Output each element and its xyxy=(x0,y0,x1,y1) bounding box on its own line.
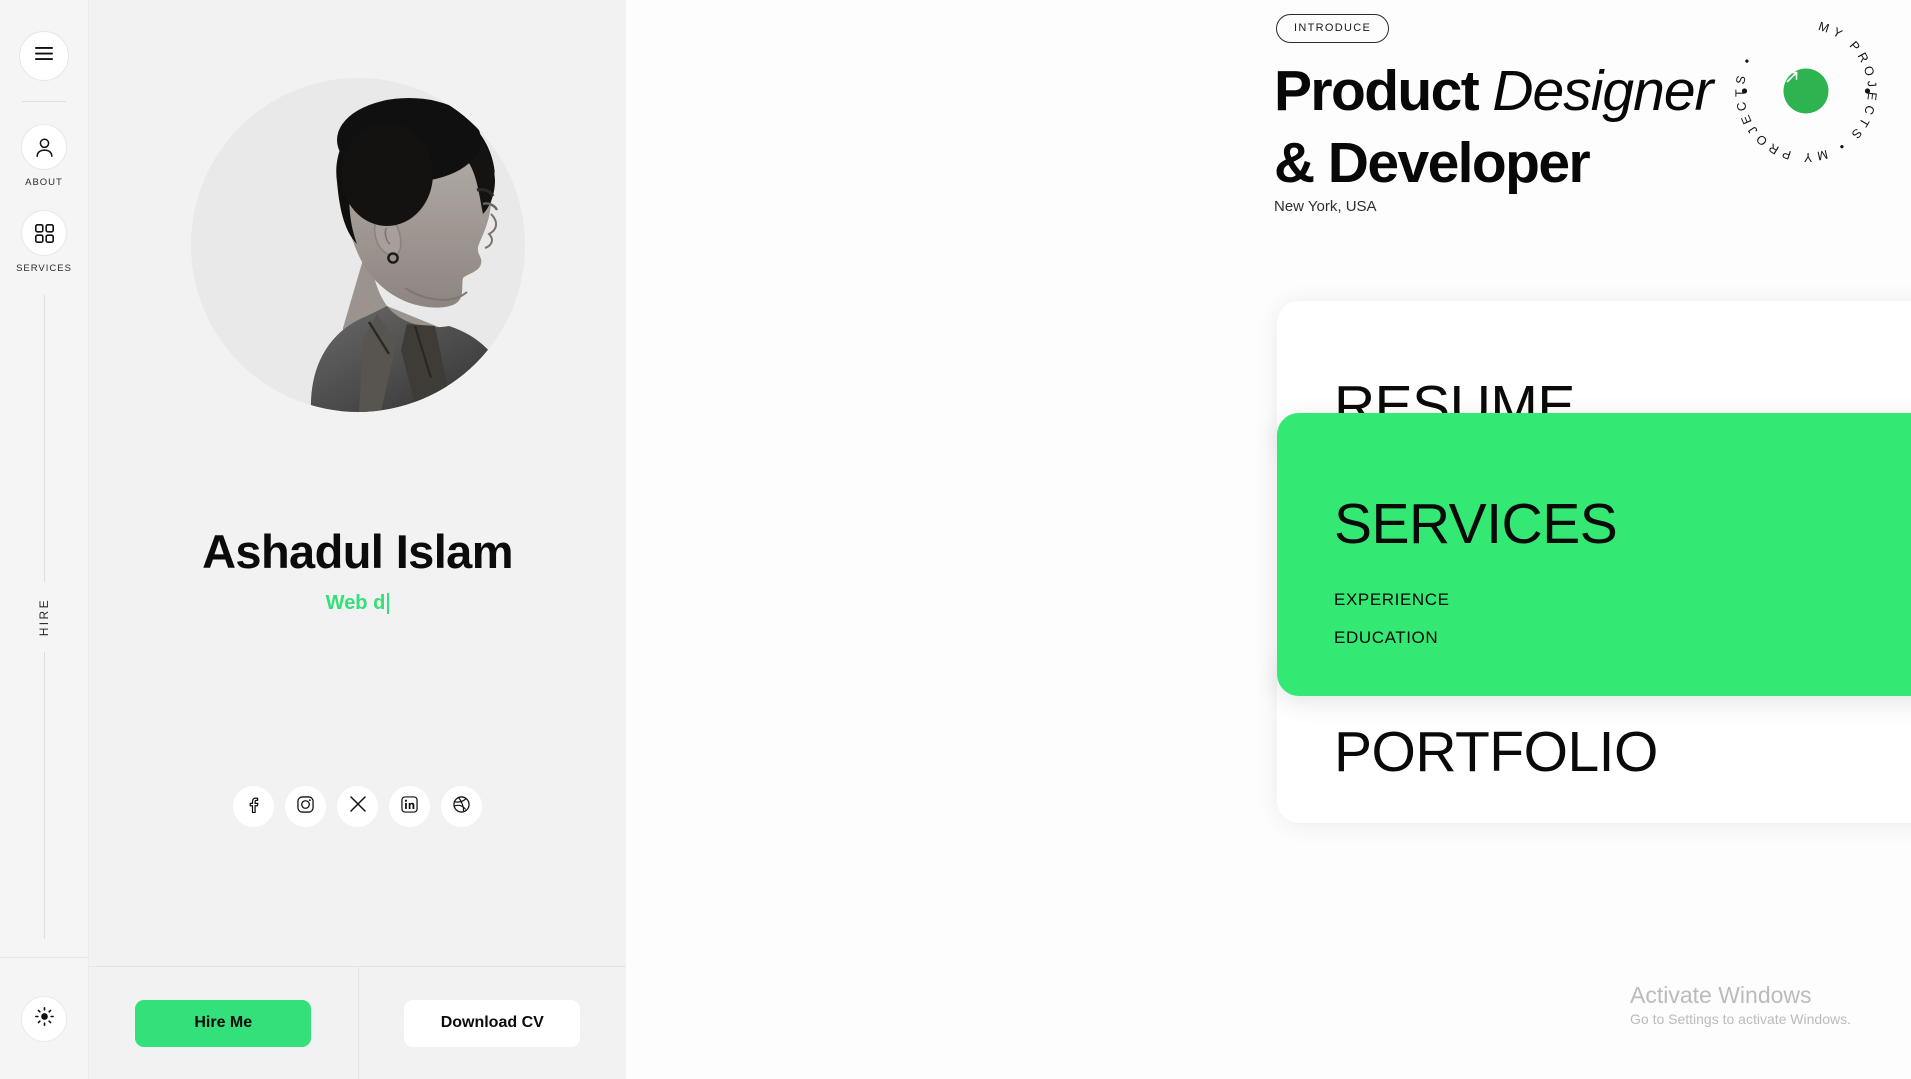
watermark-title: Activate Windows xyxy=(1630,982,1812,1009)
linkedin-icon xyxy=(401,795,418,818)
social-link-instagram[interactable] xyxy=(285,786,326,827)
page-title: Product Designer & Developer xyxy=(1274,63,1714,195)
sidebar-item-label: ABOUT xyxy=(25,177,63,188)
hire-me-cell: Hire Me xyxy=(89,967,358,1079)
social-link-dribbble[interactable] xyxy=(441,786,482,827)
instagram-icon xyxy=(297,795,314,818)
hamburger-menu-icon xyxy=(35,47,53,65)
sidebar-item-services[interactable]: SERVICES xyxy=(16,210,72,274)
section-accordion: RESUME 01/ SERVICES 02/ EXPERIENCE EDUCA… xyxy=(1277,301,1911,823)
download-cv-button[interactable]: Download CV xyxy=(404,999,581,1047)
social-link-facebook[interactable] xyxy=(233,786,274,827)
hire-line-top xyxy=(43,295,45,582)
page-title-line-1: Product Designer xyxy=(1274,63,1714,120)
accordion-title: PORTFOLIO xyxy=(1334,719,1658,784)
accordion-subitem-education[interactable]: EDUCATION xyxy=(1334,619,1911,657)
profile-role-text: Web d xyxy=(325,592,386,614)
hire-line-bottom xyxy=(43,652,45,939)
social-links xyxy=(89,786,626,827)
typing-caret-icon xyxy=(387,593,390,614)
theme-toggle-button[interactable] xyxy=(21,995,67,1042)
hamburger-menu-button[interactable] xyxy=(19,31,69,81)
introduce-badge[interactable]: INTRODUCE xyxy=(1276,14,1390,43)
my-projects-arrow-button[interactable] xyxy=(1783,68,1829,114)
facebook-icon xyxy=(246,796,262,818)
my-projects-badge[interactable]: MY PROJECTS • MY PROJECTS • xyxy=(1723,8,1889,174)
user-icon xyxy=(21,124,67,170)
watermark-subtitle: Go to Settings to activate Windows. xyxy=(1630,1011,1851,1027)
social-link-x-twitter[interactable] xyxy=(337,786,378,827)
main-content: INTRODUCE Product Designer & Developer N… xyxy=(626,0,1911,1079)
accordion-card-services[interactable]: SERVICES 02/ EXPERIENCE EDUCATION xyxy=(1277,413,1911,696)
avatar-photo-illustration xyxy=(190,78,525,412)
windows-activation-watermark: Activate Windows Go to Settings to activ… xyxy=(1630,981,1851,1027)
accordion-header-services[interactable]: SERVICES 02/ xyxy=(1277,413,1911,563)
sidebar-item-about[interactable]: ABOUT xyxy=(21,124,67,188)
profile-role-typewriter: Web d xyxy=(326,592,390,615)
profile-card: Ashadul Islam Web d Hire Me Download CV xyxy=(89,0,626,1079)
accordion-subitem-experience[interactable]: EXPERIENCE xyxy=(1334,581,1911,619)
social-link-linkedin[interactable] xyxy=(389,786,430,827)
x-twitter-icon xyxy=(349,796,366,817)
rail-divider xyxy=(22,101,66,102)
download-cv-cell: Download CV xyxy=(357,967,627,1079)
avatar xyxy=(190,78,525,412)
portfolio-page: ABOUT SERVICES HIRE Ashadul Islam Web d … xyxy=(0,0,1911,1079)
grid-four-squares-icon xyxy=(21,210,67,256)
accordion-body-services: EXPERIENCE EDUCATION xyxy=(1277,563,1911,657)
hire-me-button[interactable]: Hire Me xyxy=(135,999,312,1047)
hire-vertical-label[interactable]: HIRE xyxy=(37,582,51,652)
page-title-italic: Designer xyxy=(1492,59,1713,123)
left-nav-rail: ABOUT SERVICES HIRE xyxy=(0,0,89,1079)
page-title-line-2: & Developer xyxy=(1274,131,1591,195)
theme-toggle-region xyxy=(0,957,88,1079)
dribbble-icon xyxy=(453,795,470,818)
profile-cta-row: Hire Me Download CV xyxy=(89,966,626,1079)
accordion-title: SERVICES xyxy=(1334,492,1618,556)
sidebar-item-label: SERVICES xyxy=(16,263,72,274)
location-text: New York, USA xyxy=(1274,198,1377,215)
profile-name: Ashadul Islam xyxy=(202,525,513,578)
page-title-bold: Product xyxy=(1274,59,1480,123)
hire-vertical-link-group: HIRE xyxy=(0,295,88,939)
sun-brightness-icon xyxy=(34,1006,54,1031)
